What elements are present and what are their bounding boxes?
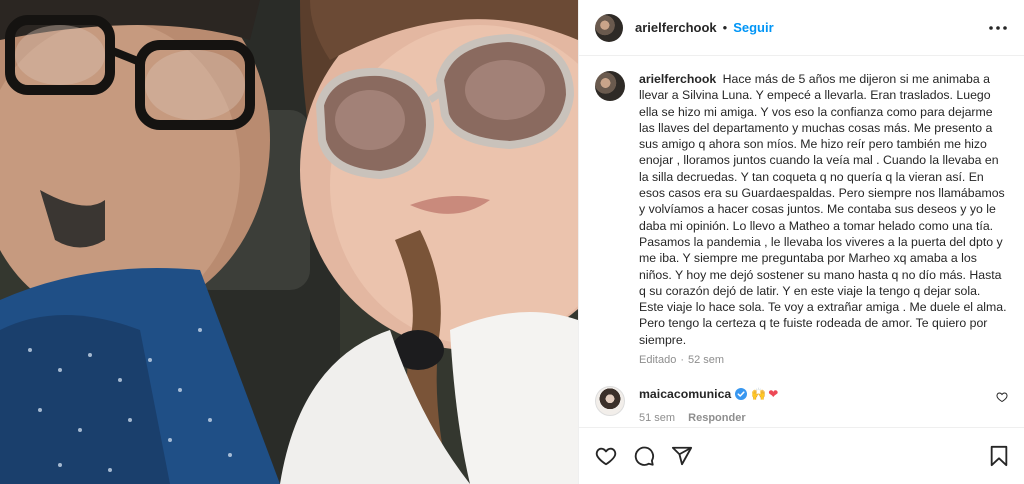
post-photo[interactable] [0,0,578,484]
caption: arielferchook Hace más de 5 años me dije… [595,71,1008,366]
author-username[interactable]: arielferchook [635,20,717,35]
bookmark-icon [990,445,1008,467]
comment-body: maicacomunica 🙌 ❤ 51 sem Responder [639,386,988,424]
comment-meta: 51 sem Responder [639,412,988,424]
comment-line: maicacomunica 🙌 ❤ [639,386,988,402]
action-bar [579,427,1024,484]
more-horizontal-icon [989,25,1007,30]
comment-emoji-hands: 🙌 [751,387,767,402]
caption-text-block: arielferchook Hace más de 5 años me dije… [639,71,1008,348]
caption-username[interactable]: arielferchook [639,72,716,86]
selfie-illustration [0,0,578,484]
header-separator: • [722,20,728,35]
edited-label: Editado [639,354,677,367]
caption-time[interactable]: 52 sem [688,354,724,366]
comment-emoji-heart: ❤ [768,387,779,402]
meta-separator: · [680,354,684,367]
more-options-button[interactable] [986,16,1010,40]
like-button[interactable] [593,443,619,469]
caption-body: arielferchook Hace más de 5 años me dije… [639,71,1008,366]
comment-bubble-icon [634,446,655,466]
verified-badge-icon [735,388,748,401]
caption-text: Hace más de 5 años me dijeron si me anim… [639,72,1007,347]
commenter-username[interactable]: maicacomunica [639,386,731,402]
comment-item: maicacomunica 🙌 ❤ 51 sem Responder [595,386,1008,424]
paper-plane-icon [671,446,693,466]
comment-time[interactable]: 51 sem [639,412,675,424]
comment-button[interactable] [631,443,657,469]
caption-meta: Editado · 52 sem [639,354,1008,366]
commenter-avatar[interactable] [595,386,625,417]
heart-outline-icon [595,447,617,466]
save-button[interactable] [986,443,1012,469]
author-avatar[interactable] [595,13,623,42]
share-button[interactable] [669,443,695,469]
comment-like-button[interactable] [996,390,1008,408]
heart-outline-icon [996,392,1008,403]
caption-author-avatar[interactable] [595,71,625,101]
post-side-panel: arielferchook • Seguir arielferchook Hac… [578,0,1024,484]
comments-section[interactable]: arielferchook Hace más de 5 años me dije… [579,57,1024,427]
post-header: arielferchook • Seguir [579,0,1024,56]
follow-button[interactable]: Seguir [733,20,773,35]
reply-button[interactable]: Responder [688,412,745,424]
instagram-post: arielferchook • Seguir arielferchook Hac… [0,0,1024,484]
